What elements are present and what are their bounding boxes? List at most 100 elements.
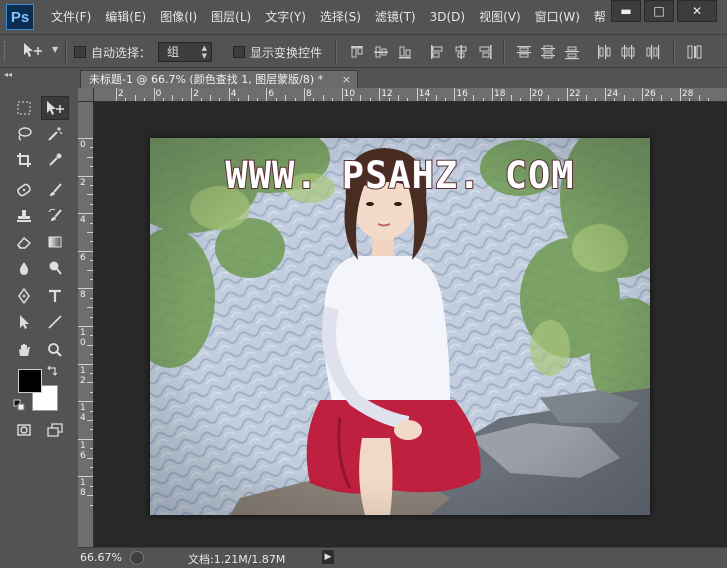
menu-bar: Ps 文件(F) 编辑(E) 图像(I) 图层(L) 文字(Y) 选择(S) 滤… [0, 0, 727, 34]
zoom-level[interactable]: 66.67% [80, 551, 122, 564]
line-icon[interactable] [41, 310, 69, 334]
ruler-tick [172, 95, 174, 101]
distribute-bottom-icon[interactable] [564, 44, 580, 60]
ruler-tick [557, 98, 559, 101]
foreground-color-swatch[interactable] [18, 369, 42, 393]
ruler-tick [90, 241, 93, 243]
move-tool-preset-icon[interactable] [22, 42, 44, 62]
align-vcenter-icon[interactable] [373, 44, 389, 60]
minimize-button[interactable]: ▬ [611, 0, 641, 22]
ruler-tick [163, 98, 164, 101]
close-tab-icon[interactable]: × [342, 71, 351, 88]
ruler-tick [90, 222, 93, 224]
ruler-tick [228, 88, 230, 101]
ruler-tick [398, 95, 399, 101]
document-photo[interactable]: WWW. PSAHZ. COM [150, 138, 650, 515]
menu-type[interactable]: 文字(Y) [258, 0, 313, 34]
ruler-tick [181, 98, 183, 101]
distribute-left-icon[interactable] [596, 44, 612, 60]
ruler-tick [473, 95, 475, 101]
auto-align-icon[interactable] [686, 44, 702, 60]
maximize-button[interactable]: □ [644, 0, 674, 22]
zoom-icon[interactable] [41, 338, 69, 362]
magic-wand-icon[interactable] [41, 122, 69, 146]
gradient-icon[interactable] [41, 230, 69, 254]
menu-view[interactable]: 视图(V) [472, 0, 528, 34]
ruler-tick [369, 98, 371, 101]
document-tab[interactable]: 未标题-1 @ 66.7% (颜色查找 1, 图层蒙版/8) * × [80, 70, 358, 88]
eraser-icon[interactable] [10, 230, 38, 254]
path-select-icon[interactable] [10, 310, 38, 334]
ruler-origin[interactable] [78, 88, 94, 102]
align-right-icon[interactable] [477, 44, 493, 60]
menu-3d[interactable]: 3D(D) [423, 0, 472, 34]
status-menu-arrow-icon[interactable]: ▶ [322, 550, 334, 564]
eyedropper-icon[interactable] [41, 148, 69, 172]
default-colors-icon[interactable] [12, 398, 26, 412]
distribute-top-icon[interactable] [516, 44, 532, 60]
swap-colors-icon[interactable] [44, 364, 60, 378]
window-controls: ▬ □ ✕ [608, 0, 717, 22]
ruler-tick [90, 485, 93, 487]
ruler-left-label: 1 0 [80, 328, 86, 348]
ruler-left-label: 8 [80, 290, 86, 301]
menu-select[interactable]: 选择(S) [313, 0, 368, 34]
ruler-tick [670, 98, 672, 101]
pen-icon[interactable] [10, 284, 38, 308]
menu-layer[interactable]: 图层(L) [204, 0, 258, 34]
align-left-icon[interactable] [429, 44, 445, 60]
toolbox-collapse-icon[interactable]: ◂◂ [4, 70, 26, 80]
menu-image[interactable]: 图像(I) [153, 0, 204, 34]
align-bottom-icon[interactable] [397, 44, 413, 60]
tool-preset-dropdown-icon[interactable]: ▼ [52, 45, 58, 54]
ruler-tick [78, 363, 93, 365]
ruler-tick [407, 98, 409, 101]
lasso-icon[interactable] [10, 122, 38, 146]
status-info-icon[interactable] [130, 551, 144, 565]
healing-brush-icon[interactable] [10, 178, 38, 202]
align-top-icon[interactable] [349, 44, 365, 60]
blur-icon[interactable] [10, 256, 38, 280]
distribute-right-icon[interactable] [644, 44, 660, 60]
type-icon[interactable] [41, 284, 69, 308]
ruler-tick [416, 88, 418, 101]
ruler-tick [90, 410, 93, 412]
crop-icon[interactable] [10, 148, 38, 172]
screen-mode-icon[interactable] [41, 418, 69, 442]
menu-file[interactable]: 文件(F) [44, 0, 98, 34]
ruler-top-label: 28 [682, 89, 694, 99]
history-brush-icon[interactable] [41, 204, 69, 228]
ruler-tick [87, 495, 93, 497]
menu-edit[interactable]: 编辑(E) [98, 0, 153, 34]
auto-select-checkbox[interactable] [74, 46, 86, 58]
distribute-vcenter-icon[interactable] [540, 44, 556, 60]
options-grip[interactable] [4, 41, 9, 61]
quick-mask-icon[interactable] [10, 418, 38, 442]
show-transform-checkbox[interactable] [233, 46, 245, 58]
left-ruler[interactable]: 0 2 4 6 8 1 0 1 2 1 4 1 6 1 8 [78, 102, 94, 547]
menu-filter[interactable]: 滤镜(T) [368, 0, 423, 34]
ruler-tick [87, 307, 93, 309]
top-ruler[interactable]: 2 0 2 4 6 8 10 12 14 16 18 20 22 24 26 28 [94, 88, 727, 102]
distribute-hcenter-icon[interactable] [620, 44, 636, 60]
ruler-top-label: 18 [494, 89, 506, 99]
ruler-tick [90, 316, 93, 318]
menu-window[interactable]: 窗口(W) [528, 0, 587, 34]
clone-stamp-icon[interactable] [10, 204, 38, 228]
ruler-tick [482, 98, 484, 101]
ruler-tick [90, 504, 93, 506]
brush-icon[interactable] [41, 178, 69, 202]
auto-select-dropdown[interactable]: 组 ▲ ▼ [158, 42, 212, 62]
ruler-tick [78, 250, 93, 252]
align-hcenter-icon[interactable] [453, 44, 469, 60]
move-icon[interactable] [41, 96, 69, 120]
close-button[interactable]: ✕ [677, 0, 717, 22]
hand-icon[interactable] [10, 338, 38, 362]
ruler-tick [90, 429, 93, 431]
dodge-icon[interactable] [41, 256, 69, 280]
ruler-left-label: 1 8 [80, 478, 86, 499]
rect-marquee-icon[interactable] [10, 96, 38, 120]
ruler-left-label: 2 [80, 177, 86, 188]
ruler-tick [90, 279, 93, 280]
menu-list: 文件(F) 编辑(E) 图像(I) 图层(L) 文字(Y) 选择(S) 滤镜(T… [44, 0, 613, 34]
